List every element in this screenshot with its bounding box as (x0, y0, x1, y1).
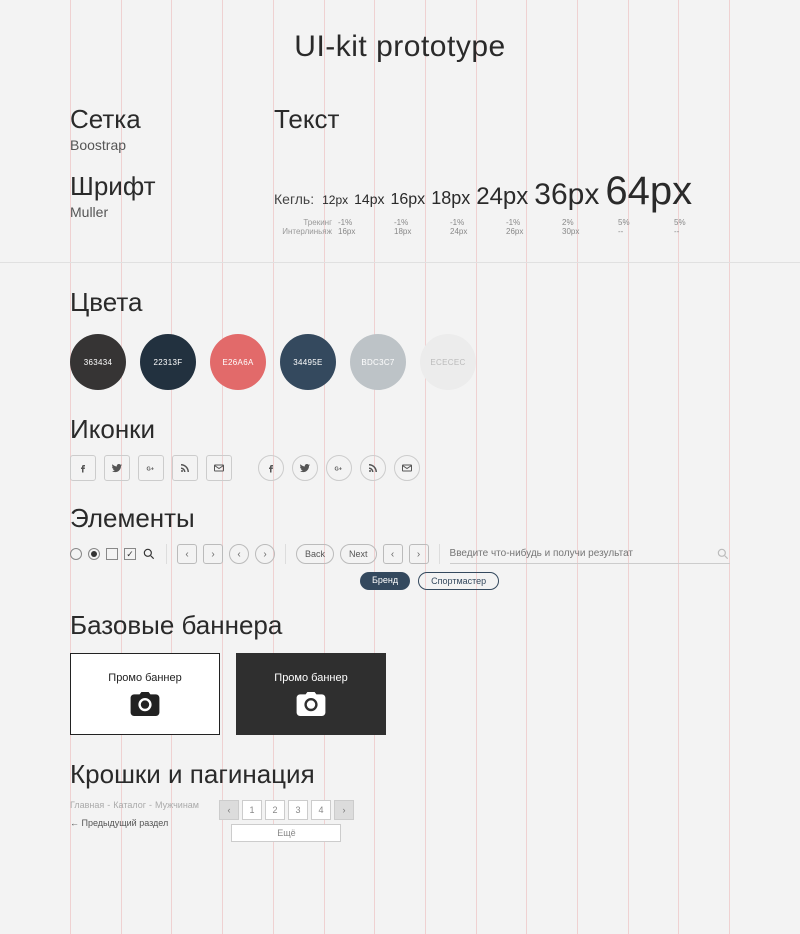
font-size-sample: 36px (534, 178, 599, 212)
search-icon[interactable] (716, 547, 730, 561)
banner-label: Промо баннер (274, 672, 347, 684)
prev-square[interactable]: ‹ (177, 544, 197, 564)
facebook-icon[interactable] (258, 455, 284, 481)
tag-brand[interactable]: Бренд (360, 572, 410, 590)
crumb-item[interactable]: Мужчинам (155, 800, 199, 810)
pagination: ‹ 1 2 3 4 › Ещё (219, 800, 354, 842)
font-size-sample: 18px (431, 188, 470, 209)
tag-store[interactable]: Спортмастер (418, 572, 499, 590)
crumbs-heading: Крошки и пагинация (70, 759, 730, 790)
mail-icon[interactable] (206, 455, 232, 481)
page-number[interactable]: 3 (288, 800, 308, 820)
facebook-icon[interactable] (70, 455, 96, 481)
more-button[interactable]: Ещё (231, 824, 341, 842)
font-value: Muller (70, 204, 234, 220)
twitter-icon[interactable] (292, 455, 318, 481)
divider (166, 544, 167, 564)
mail-icon[interactable] (394, 455, 420, 481)
font-size-sample: 14px (354, 191, 384, 207)
page-next[interactable]: › (334, 800, 354, 820)
font-heading: Шрифт (70, 171, 234, 202)
elements-heading: Элементы (70, 503, 730, 534)
twitter-icon[interactable] (104, 455, 130, 481)
divider (0, 262, 800, 263)
promo-banner-dark[interactable]: Промо баннер (236, 653, 386, 735)
radio-unchecked[interactable] (70, 548, 82, 560)
page-number[interactable]: 2 (265, 800, 285, 820)
next-button[interactable]: Next (340, 544, 377, 564)
divider (285, 544, 286, 564)
googleplus-icon[interactable]: G+ (326, 455, 352, 481)
color-swatch: 22313F (140, 334, 196, 390)
font-size-sample: 16px (390, 191, 425, 209)
icons-heading: Иконки (70, 414, 730, 445)
banner-label: Промо баннер (108, 672, 181, 684)
page-number[interactable]: 1 (242, 800, 262, 820)
svg-text:G+: G+ (147, 467, 155, 473)
breadcrumb[interactable]: Главная-Каталог-Мужчинам (70, 800, 199, 810)
text-heading: Текст (274, 104, 730, 135)
colors-heading: Цвета (70, 287, 730, 318)
crumb-item[interactable]: Главная (70, 800, 104, 810)
next-square[interactable]: › (409, 544, 429, 564)
font-size-sample: 64px (605, 169, 692, 214)
rss-icon[interactable] (172, 455, 198, 481)
icon-row: G+ G+ (70, 455, 730, 481)
camera-icon (296, 692, 326, 716)
divider (439, 544, 440, 564)
font-size-sample: 24px (476, 183, 528, 211)
checkbox-checked[interactable]: ✓ (124, 548, 136, 560)
page-title: UI-kit prototype (70, 30, 730, 64)
prev-square[interactable]: ‹ (383, 544, 403, 564)
crumb-item[interactable]: Каталог (113, 800, 146, 810)
prev-round[interactable]: ‹ (229, 544, 249, 564)
checkbox-unchecked[interactable] (106, 548, 118, 560)
banners-heading: Базовые баннера (70, 610, 730, 641)
back-button[interactable]: Back (296, 544, 334, 564)
color-swatch: 363434 (70, 334, 126, 390)
grid-value: Boostrap (70, 137, 234, 153)
kegl-label: Кегль: (274, 191, 314, 207)
color-swatch: BDC3C7 (350, 334, 406, 390)
search-field[interactable] (450, 545, 730, 564)
googleplus-icon[interactable]: G+ (138, 455, 164, 481)
search-input[interactable] (450, 548, 716, 559)
next-round[interactable]: › (255, 544, 275, 564)
next-square[interactable]: › (203, 544, 223, 564)
back-link[interactable]: ← Предыдущий раздел (70, 818, 199, 828)
font-size-sample: 12px (322, 193, 348, 207)
search-icon (142, 547, 156, 561)
color-swatch: ECECEC (420, 334, 476, 390)
color-swatch: 34495E (280, 334, 336, 390)
swatch-row: 36343422313FE26A6A34495EBDC3C7ECECEC (70, 334, 730, 390)
color-swatch: E26A6A (210, 334, 266, 390)
page-number[interactable]: 4 (311, 800, 331, 820)
svg-text:G+: G+ (335, 467, 343, 473)
type-table: Трекинг-1%-1%-1%-1%2%5%5%Интерлиньяж16px… (274, 218, 730, 236)
grid-heading: Сетка (70, 104, 234, 135)
font-size-list: Кегль: 12px 14px 16px 18px 24px36px64px (274, 169, 730, 214)
page-prev[interactable]: ‹ (219, 800, 239, 820)
rss-icon[interactable] (360, 455, 386, 481)
promo-banner-light[interactable]: Промо баннер (70, 653, 220, 735)
camera-icon (130, 692, 160, 716)
radio-checked[interactable] (88, 548, 100, 560)
